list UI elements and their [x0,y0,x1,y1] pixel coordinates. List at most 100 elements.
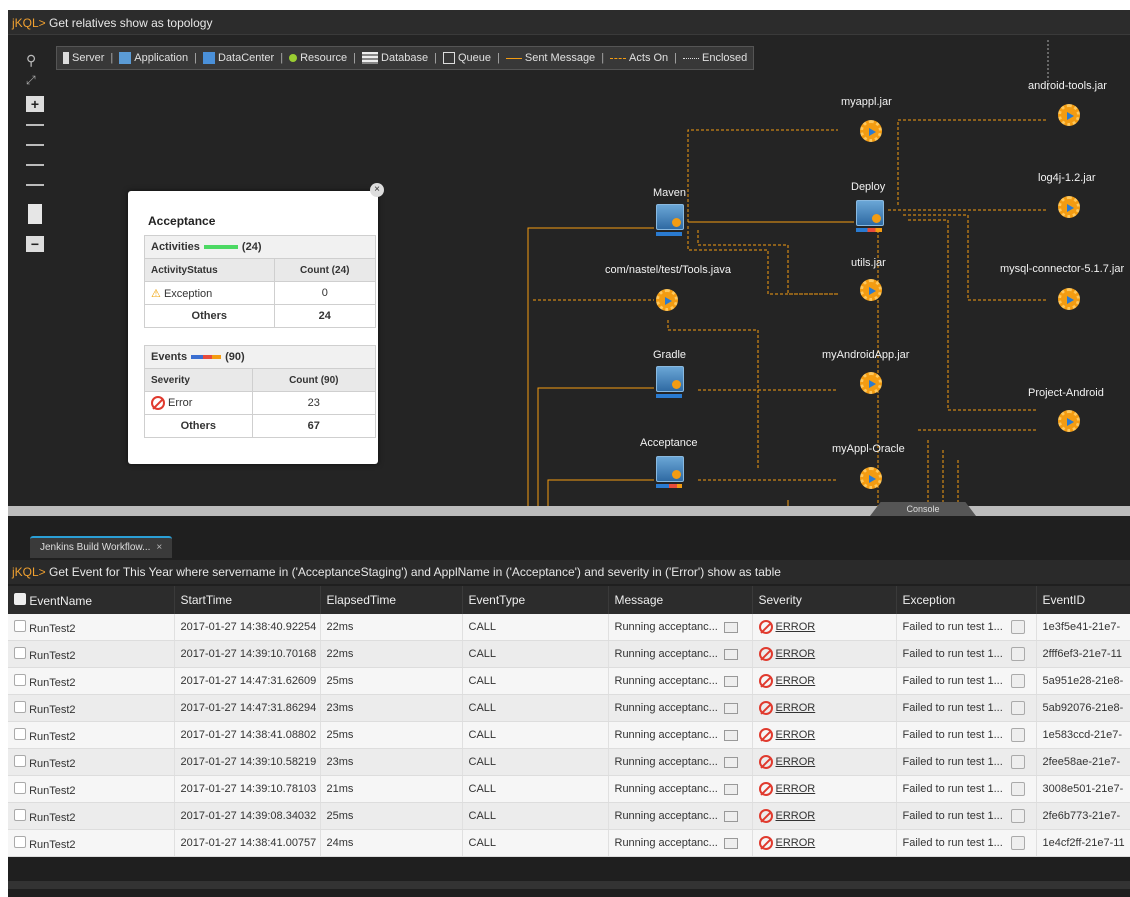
table-row[interactable]: RunTest2 2017-01-27 14:47:31.62609 25ms CAL… [8,667,1130,695]
column-header-severity[interactable]: Severity [752,586,897,614]
node-label-mysql-connector: mysql-connector-5.1.7.jar [1000,263,1125,275]
message-icon[interactable] [723,783,738,795]
cell-exception: Failed to run test 1... [896,640,1037,668]
tab-close-icon[interactable]: × [156,542,162,553]
node-myappl-jar[interactable] [860,120,882,142]
message-icon[interactable] [723,810,738,822]
close-icon[interactable]: × [370,183,384,197]
row-checkbox[interactable] [14,673,26,686]
exception-detail-icon[interactable] [1010,620,1025,634]
topology-panel: jKQL> Get relatives show as topology ⚲ ⤢… [8,10,1130,506]
node-utils-jar[interactable] [860,279,882,301]
cell-eventid: 1e3f5e41-21e7- [1036,614,1130,641]
exception-detail-icon[interactable] [1010,782,1025,796]
column-header-eventid[interactable]: EventID [1036,586,1130,614]
activities-header: Activities (24) [144,235,376,259]
resource-gear-icon [860,120,882,142]
node-log4j-jar[interactable] [1058,196,1080,218]
cell-eventid: 1e583ccd-21e7- [1036,721,1130,749]
event-query-bar[interactable]: jKQL> Get Event for This Year where serv… [8,560,1130,584]
severity-link[interactable]: ERROR [776,837,816,849]
cell-message: Running acceptanc... [608,614,753,641]
severity-link[interactable]: ERROR [776,675,816,687]
table-row[interactable]: RunTest2 2017-01-27 14:39:10.58219 23ms CAL… [8,748,1130,776]
exception-detail-icon[interactable] [1010,809,1025,823]
select-all-checkbox[interactable] [14,592,26,605]
cell-severity: ERROR [752,775,897,803]
cell-starttime: 2017-01-27 14:39:10.70168 [174,640,321,668]
message-icon[interactable] [723,621,738,633]
node-status-bar [656,232,682,236]
cell-message: Running acceptanc... [608,694,753,722]
message-icon[interactable] [723,729,738,741]
node-android-tools-jar[interactable] [1058,104,1080,126]
severity-link[interactable]: ERROR [776,648,816,660]
node-myappl-oracle[interactable] [860,467,882,489]
column-header-elapsedtime[interactable]: ElapsedTime [320,586,463,614]
exception-detail-icon[interactable] [1010,674,1025,688]
row-checkbox[interactable] [14,808,26,821]
activity-count: 24 [273,304,376,328]
column-header-eventtype[interactable]: EventType [462,586,609,614]
cell-eventname: RunTest2 [8,802,175,830]
row-checkbox[interactable] [14,727,26,740]
cell-severity: ERROR [752,640,897,668]
node-myandroidapp-jar[interactable] [860,372,882,394]
severity-link[interactable]: ERROR [776,702,816,714]
table-row[interactable]: RunTest2 2017-01-27 14:39:10.78103 21ms CAL… [8,775,1130,803]
cell-eventname: RunTest2 [8,640,175,668]
message-icon[interactable] [723,648,738,660]
node-acceptance[interactable] [656,456,684,488]
severity-link[interactable]: ERROR [776,756,816,768]
exception-detail-icon[interactable] [1010,755,1025,769]
resource-gear-icon [1058,104,1080,126]
row-checkbox[interactable] [14,835,26,848]
message-icon[interactable] [723,756,738,768]
node-gradle[interactable] [656,366,684,398]
exception-detail-icon[interactable] [1010,647,1025,661]
link-line [547,479,654,506]
node-deploy[interactable] [856,200,884,232]
column-header-eventname[interactable]: EventName [8,586,175,614]
tab-jenkins-build-workflow[interactable]: Jenkins Build Workflow... × [30,536,173,558]
exception-detail-icon[interactable] [1010,836,1025,850]
table-row[interactable]: RunTest2 2017-01-27 14:38:41.08802 25ms CAL… [8,721,1130,749]
node-maven[interactable] [656,204,684,236]
cell-exception: Failed to run test 1... [896,694,1037,722]
message-icon[interactable] [723,837,738,849]
activity-row-others: Others [144,304,275,328]
cell-exception: Failed to run test 1... [896,775,1037,803]
message-icon[interactable] [723,702,738,714]
severity-link[interactable]: ERROR [776,810,816,822]
exception-detail-icon[interactable] [1010,728,1025,742]
table-row[interactable]: RunTest2 2017-01-27 14:38:40.92254 22ms CAL… [8,614,1130,641]
message-icon[interactable] [723,675,738,687]
severity-link[interactable]: ERROR [776,783,816,795]
horizontal-scrollbar[interactable] [8,881,1130,889]
row-checkbox[interactable] [14,619,26,632]
table-row[interactable]: RunTest2 2017-01-27 14:47:31.86294 23ms CAL… [8,694,1130,722]
column-header-message[interactable]: Message [608,586,753,614]
row-checkbox[interactable] [14,700,26,713]
table-row[interactable]: RunTest2 2017-01-27 14:39:10.70168 22ms CAL… [8,640,1130,668]
link-line [687,129,838,222]
node-tools-java[interactable] [656,289,678,311]
column-header-starttime[interactable]: StartTime [174,586,321,614]
table-row[interactable]: RunTest2 2017-01-27 14:39:08.34032 25ms CAL… [8,802,1130,830]
cell-starttime: 2017-01-27 14:38:40.92254 [174,614,321,641]
severity-link[interactable]: ERROR [776,729,816,741]
node-project-android[interactable] [1058,410,1080,432]
event-panel: Jenkins Build Workflow... × jKQL> Get Eve… [8,516,1130,897]
exception-detail-icon[interactable] [1010,701,1025,715]
events-col-severity: Severity [144,368,253,392]
node-mysql-connector[interactable] [1058,288,1080,310]
row-checkbox[interactable] [14,754,26,767]
column-header-exception[interactable]: Exception [896,586,1037,614]
severity-link[interactable]: ERROR [776,621,816,633]
row-checkbox[interactable] [14,781,26,794]
node-detail-popup: × Acceptance Activities (24) ActivityStat… [128,183,384,464]
table-row[interactable]: RunTest2 2017-01-27 14:38:41.00757 24ms CAL… [8,829,1130,857]
console-toggle[interactable]: Console [870,502,976,516]
error-icon [758,728,773,742]
row-checkbox[interactable] [14,646,26,659]
